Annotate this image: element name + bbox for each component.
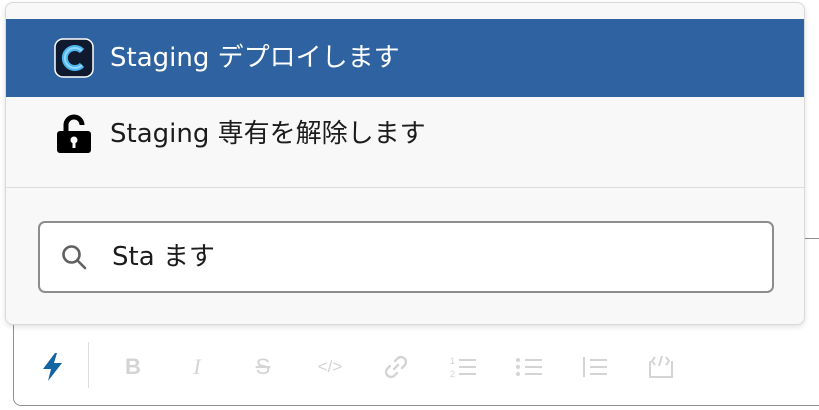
unlock-icon [54,114,94,154]
italic-icon: I [193,354,201,379]
svg-text:1: 1 [450,356,455,366]
bulleted-list-icon [516,358,542,376]
link-button[interactable] [376,338,416,396]
link-icon [384,355,408,379]
code-block-button[interactable] [641,338,681,396]
bold-icon: B [125,354,141,379]
code-block-icon [649,355,673,378]
code-button[interactable]: </> [310,338,350,396]
italic-button[interactable]: I [177,338,217,396]
ordered-list-icon: 1 2 [450,356,476,379]
bold-button[interactable]: B [113,338,153,396]
svg-text:2: 2 [450,369,455,379]
menu-item-staging-release[interactable]: Staging 専有を解除します [6,95,804,173]
blockquote-button[interactable] [575,338,615,396]
ordered-list-button[interactable]: 1 2 [443,338,483,396]
shortcuts-button[interactable] [33,338,73,396]
lightning-icon [43,353,62,381]
formatting-toolbar: B I S </> 1 2 [13,338,819,396]
strikethrough-button[interactable]: S [243,338,283,396]
popup-divider [6,187,804,188]
bulleted-list-button[interactable] [509,338,549,396]
menu-item-label: Staging 専有を解除します [110,119,426,149]
toolbar-divider [88,342,89,388]
search-icon [62,245,87,270]
strikethrough-icon: S [255,354,271,379]
command-autocomplete-popup: Staging デプロイします Staging 専有を解除します Sta ます [5,2,805,325]
search-input-value: Sta ます [112,242,215,272]
code-icon: </> [317,357,343,376]
blockquote-icon [583,357,607,377]
menu-item-label: Staging デプロイします [110,43,400,73]
menu-item-staging-deploy[interactable]: Staging デプロイします [6,19,804,97]
app-c-icon [54,38,94,78]
search-input[interactable]: Sta ます [38,221,774,293]
